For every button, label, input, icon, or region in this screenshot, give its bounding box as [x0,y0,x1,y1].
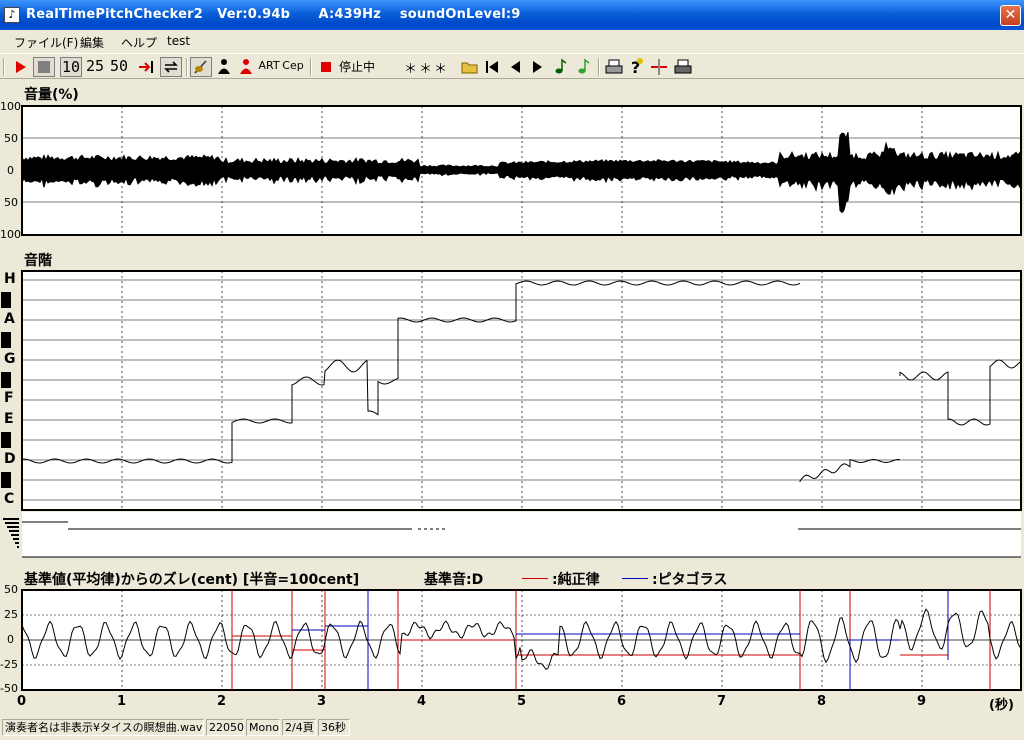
status-duration: 36秒 [318,719,350,736]
status-file: 演奏者名は非表示¥タイスの瞑想曲.wav [2,719,204,736]
volume-panel [21,105,1022,236]
note-strip [3,512,1021,558]
plot-canvas [3,105,1022,691]
status-page: 2/4頁 [282,719,316,736]
status-channels: Mono [246,719,280,736]
deviation-panel [21,589,1022,691]
status-rate: 22050 [206,719,244,736]
status-bar: 演奏者名は非表示¥タイスの瞑想曲.wav 22050 Mono 2/4頁 36秒 [0,716,1024,740]
pitch-panel [21,270,1022,511]
